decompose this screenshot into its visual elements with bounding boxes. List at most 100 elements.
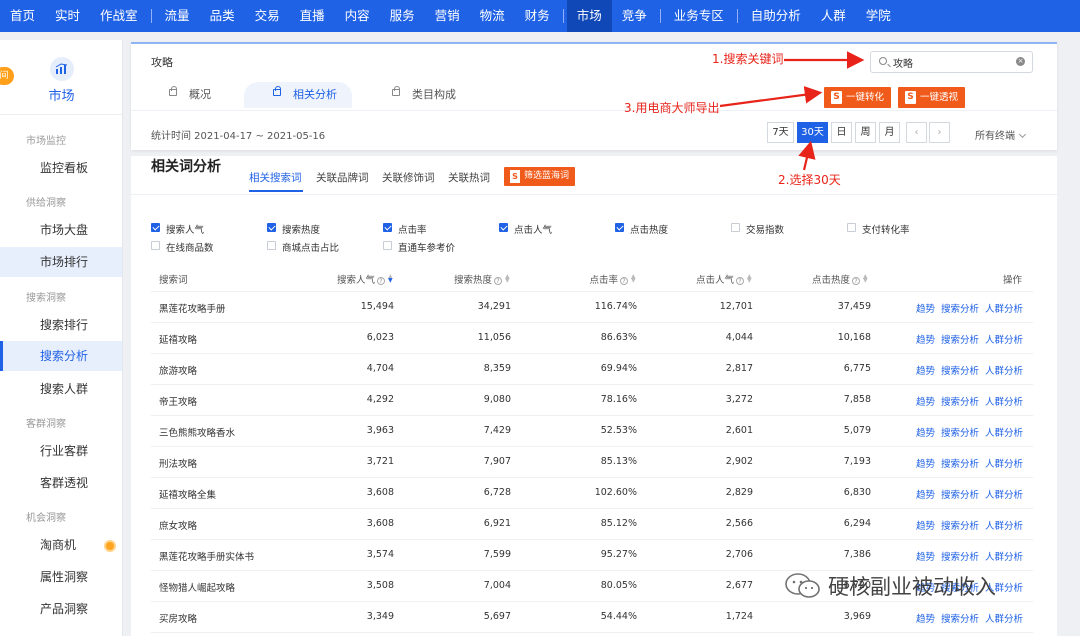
nav-item-20[interactable]: 人群: [811, 0, 856, 32]
nav-item-2[interactable]: 作战室: [90, 0, 148, 32]
search-analysis-link[interactable]: 搜索分析: [941, 614, 979, 625]
trend-link[interactable]: 趋势: [916, 459, 935, 470]
metric-checkbox[interactable]: 点击率: [383, 222, 427, 236]
metric-checkbox[interactable]: 点击人气: [499, 222, 552, 236]
nav-item-9[interactable]: 服务: [380, 0, 425, 32]
trend-link[interactable]: 趋势: [916, 397, 935, 408]
column-header[interactable]: 搜索人气 ?▲ ▼: [337, 272, 394, 287]
sidebar-item-product-insight[interactable]: 产品洞察: [0, 594, 122, 624]
sort-icon[interactable]: ▲ ▼: [863, 274, 869, 284]
metric-checkbox[interactable]: 商城点击占比: [267, 240, 339, 254]
search-analysis-link[interactable]: 搜索分析: [941, 459, 979, 470]
nav-item-5[interactable]: 品类: [200, 0, 245, 32]
search-analysis-link[interactable]: 搜索分析: [941, 397, 979, 408]
metric-checkbox[interactable]: 点击热度: [615, 222, 668, 236]
subtab-hot-words[interactable]: 关联热词: [448, 170, 490, 185]
date-30days-button[interactable]: 30天: [797, 122, 828, 143]
nav-item-12[interactable]: 财务: [515, 0, 560, 32]
column-header[interactable]: 点击热度 ?▲ ▼: [812, 272, 869, 287]
help-icon[interactable]: ?: [852, 277, 860, 285]
sidebar-badge[interactable]: 间: [0, 67, 14, 85]
prev-period-button[interactable]: ‹: [906, 122, 927, 143]
sort-icon[interactable]: ▲ ▼: [505, 274, 511, 284]
nav-item-0[interactable]: 首页: [0, 0, 45, 32]
crowd-analysis-link[interactable]: 人群分析: [985, 304, 1023, 315]
sidebar-item-attribute-insight[interactable]: 属性洞察: [0, 562, 122, 592]
metric-checkbox[interactable]: 支付转化率: [847, 222, 910, 236]
date-day-button[interactable]: 日: [831, 122, 852, 143]
next-period-button[interactable]: ›: [929, 122, 950, 143]
one-click-convert-button[interactable]: 一键转化: [824, 87, 892, 108]
crowd-analysis-link[interactable]: 人群分析: [985, 521, 1023, 532]
crowd-analysis-link[interactable]: 人群分析: [985, 335, 1023, 346]
search-box[interactable]: ×: [870, 51, 1033, 73]
date-week-button[interactable]: 周: [855, 122, 876, 143]
subtab-modifier[interactable]: 关联修饰词: [382, 170, 435, 185]
search-input[interactable]: [893, 54, 1003, 70]
crowd-analysis-link[interactable]: 人群分析: [985, 459, 1023, 470]
filter-blue-ocean-button[interactable]: 筛选蓝海词: [504, 167, 576, 186]
terminal-select[interactable]: 所有终端: [975, 127, 1027, 142]
column-header[interactable]: 点击人气 ?▲ ▼: [696, 272, 753, 287]
sidebar-item-monitor-board[interactable]: 监控看板: [0, 153, 122, 183]
metric-checkbox[interactable]: 搜索人气: [151, 222, 204, 236]
help-icon[interactable]: ?: [736, 277, 744, 285]
metric-checkbox[interactable]: 在线商品数: [151, 240, 214, 254]
date-month-button[interactable]: 月: [879, 122, 900, 143]
crowd-analysis-link[interactable]: 人群分析: [985, 552, 1023, 563]
tab-overview[interactable]: 概况: [169, 82, 211, 108]
help-icon[interactable]: ?: [620, 277, 628, 285]
nav-item-19[interactable]: 自助分析: [741, 0, 811, 32]
crowd-analysis-link[interactable]: 人群分析: [985, 614, 1023, 625]
tab-category-composition[interactable]: 类目构成: [392, 82, 456, 108]
nav-item-14[interactable]: 市场: [566, 0, 612, 32]
sort-icon[interactable]: ▲ ▼: [747, 274, 753, 284]
trend-link[interactable]: 趋势: [916, 304, 935, 315]
trend-link[interactable]: 趋势: [916, 490, 935, 501]
metric-checkbox[interactable]: 交易指数: [731, 222, 784, 236]
sidebar-item-customer-insight[interactable]: 客群透视: [0, 468, 122, 498]
search-analysis-link[interactable]: 搜索分析: [941, 521, 979, 532]
clear-icon[interactable]: ×: [1016, 57, 1025, 66]
search-analysis-link[interactable]: 搜索分析: [941, 304, 979, 315]
tab-related-analysis[interactable]: 相关分析: [273, 82, 337, 108]
subtab-related-search[interactable]: 相关搜索词: [249, 170, 302, 185]
nav-item-11[interactable]: 物流: [470, 0, 515, 32]
help-icon[interactable]: ?: [377, 277, 385, 285]
nav-item-7[interactable]: 直播: [290, 0, 335, 32]
nav-item-21[interactable]: 学院: [856, 0, 901, 32]
metric-checkbox[interactable]: 直通车参考价: [383, 240, 455, 254]
nav-item-1[interactable]: 实时: [45, 0, 90, 32]
one-click-perspective-button[interactable]: 一键透视: [898, 87, 966, 108]
metric-checkbox[interactable]: 搜索热度: [267, 222, 320, 236]
sidebar-item-market-overview[interactable]: 市场大盘: [0, 215, 122, 245]
sort-icon[interactable]: ▲ ▼: [631, 274, 637, 284]
sidebar-item-search-analysis[interactable]: 搜索分析: [0, 341, 122, 371]
nav-item-10[interactable]: 营销: [425, 0, 470, 32]
sidebar-item-search-ranking[interactable]: 搜索排行: [0, 310, 122, 340]
crowd-analysis-link[interactable]: 人群分析: [985, 397, 1023, 408]
help-icon[interactable]: ?: [494, 277, 502, 285]
trend-link[interactable]: 趋势: [916, 335, 935, 346]
trend-link[interactable]: 趋势: [916, 614, 935, 625]
subtab-brand[interactable]: 关联品牌词: [316, 170, 369, 185]
trend-link[interactable]: 趋势: [916, 428, 935, 439]
nav-item-6[interactable]: 交易: [245, 0, 290, 32]
crowd-analysis-link[interactable]: 人群分析: [985, 490, 1023, 501]
search-analysis-link[interactable]: 搜索分析: [941, 366, 979, 377]
sidebar-item-industry-customer[interactable]: 行业客群: [0, 436, 122, 466]
column-header[interactable]: 搜索热度 ?▲ ▼: [454, 272, 511, 287]
search-analysis-link[interactable]: 搜索分析: [941, 428, 979, 439]
crowd-analysis-link[interactable]: 人群分析: [985, 428, 1023, 439]
trend-link[interactable]: 趋势: [916, 521, 935, 532]
crowd-analysis-link[interactable]: 人群分析: [985, 366, 1023, 377]
sort-icon[interactable]: ▲ ▼: [388, 274, 394, 284]
trend-link[interactable]: 趋势: [916, 552, 935, 563]
nav-item-17[interactable]: 业务专区: [664, 0, 734, 32]
search-analysis-link[interactable]: 搜索分析: [941, 552, 979, 563]
nav-item-4[interactable]: 流量: [155, 0, 200, 32]
search-analysis-link[interactable]: 搜索分析: [941, 490, 979, 501]
date-7days-button[interactable]: 7天: [767, 122, 794, 143]
nav-item-15[interactable]: 竞争: [612, 0, 657, 32]
nav-item-8[interactable]: 内容: [335, 0, 380, 32]
